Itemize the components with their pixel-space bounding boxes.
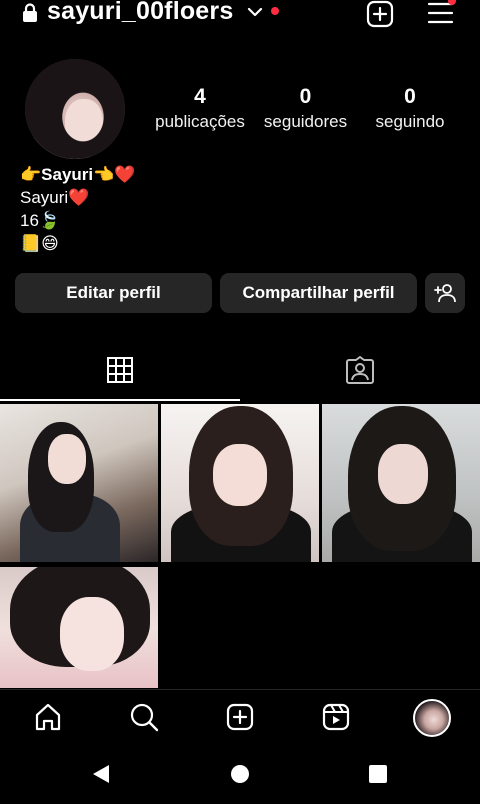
back-icon[interactable] bbox=[91, 763, 111, 785]
post-thumbnail-3[interactable] bbox=[322, 404, 480, 562]
post-face bbox=[378, 444, 428, 504]
following-stat[interactable]: 0 seguindo bbox=[370, 85, 450, 135]
discover-people-button[interactable] bbox=[425, 273, 465, 313]
bio-line-3: 📒😄 bbox=[20, 234, 59, 253]
username[interactable]: sayuri_00floers bbox=[47, 0, 233, 26]
profile-avatar-nav[interactable] bbox=[413, 699, 451, 737]
post-thumbnail-4[interactable] bbox=[0, 567, 158, 688]
bio-name: 👉Sayuri👈❤️ bbox=[20, 165, 136, 184]
chevron-down-icon[interactable] bbox=[247, 5, 263, 19]
recent-apps-icon[interactable] bbox=[369, 765, 387, 783]
post-face bbox=[60, 597, 124, 671]
tagged-person-icon bbox=[346, 356, 374, 384]
avatar-hair bbox=[25, 59, 125, 159]
profile-avatar[interactable] bbox=[25, 59, 125, 159]
bottom-navigation bbox=[0, 689, 480, 745]
posts-count: 4 bbox=[194, 85, 206, 108]
share-profile-button[interactable]: Compartilhar perfil bbox=[220, 273, 417, 313]
followers-count: 0 bbox=[299, 85, 312, 108]
menu-notification-dot bbox=[448, 0, 456, 5]
bio-line-1: Sayuri❤️ bbox=[20, 186, 135, 209]
tab-posts-grid[interactable] bbox=[0, 340, 240, 400]
post-face bbox=[48, 434, 86, 484]
posts-stat[interactable]: 4 publicações bbox=[150, 85, 250, 135]
edit-profile-button[interactable]: Editar perfil bbox=[15, 273, 212, 313]
home-circle-icon[interactable] bbox=[231, 765, 249, 783]
bio-line-2: 16🍃 bbox=[20, 211, 61, 230]
bio-line-1-emoji: ❤️ bbox=[68, 188, 90, 207]
followers-label: seguidores bbox=[263, 112, 348, 131]
account-notification-dot bbox=[271, 7, 279, 15]
profile-bio: 👉Sayuri👈❤️ Sayuri❤️ 16🍃 📒😄 bbox=[20, 163, 135, 255]
add-person-icon bbox=[434, 284, 456, 303]
plus-square-icon[interactable] bbox=[366, 0, 394, 28]
followers-stat[interactable]: 0 seguidores bbox=[258, 85, 353, 135]
top-bar: sayuri_00floers bbox=[0, 0, 480, 30]
home-icon[interactable] bbox=[32, 701, 64, 733]
grid-icon bbox=[107, 357, 133, 383]
following-count: 0 bbox=[404, 85, 416, 108]
following-label: seguindo bbox=[375, 112, 445, 131]
bio-line-1-text: Sayuri bbox=[20, 188, 69, 207]
posts-label: publicações bbox=[155, 112, 245, 131]
post-thumbnail-2[interactable] bbox=[161, 404, 319, 562]
search-icon[interactable] bbox=[128, 701, 160, 733]
tab-tagged[interactable] bbox=[240, 340, 480, 400]
system-navigation-bar bbox=[0, 745, 480, 804]
reels-icon[interactable] bbox=[320, 701, 352, 733]
lock-icon bbox=[21, 3, 39, 23]
post-thumbnail-1[interactable] bbox=[0, 404, 158, 562]
create-icon[interactable] bbox=[224, 701, 256, 733]
active-tab-indicator bbox=[0, 399, 240, 401]
post-face bbox=[213, 444, 267, 506]
